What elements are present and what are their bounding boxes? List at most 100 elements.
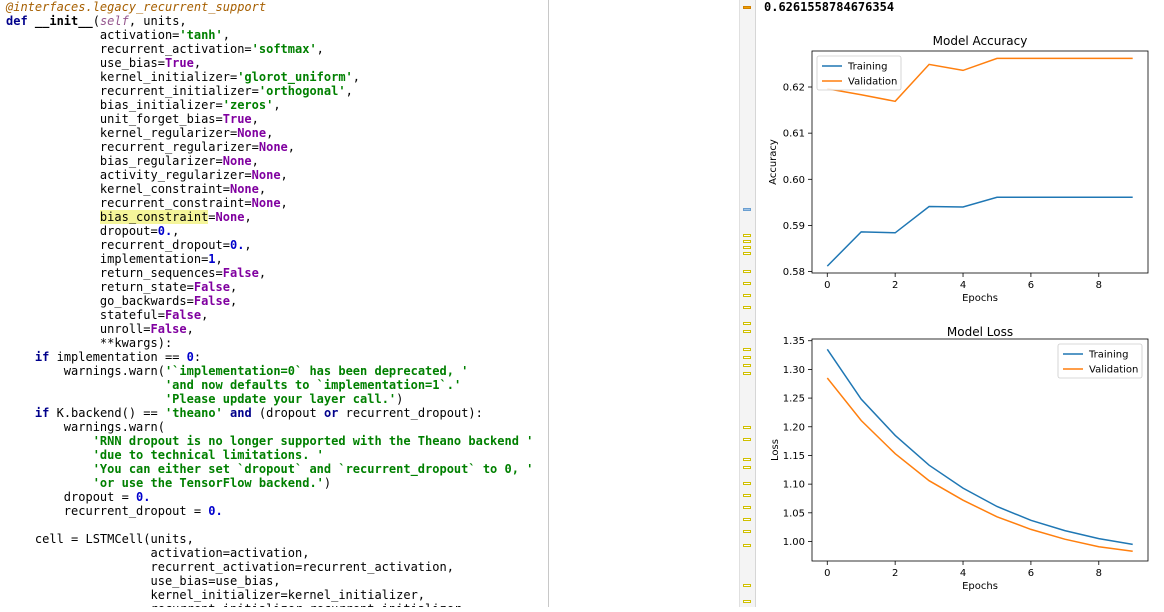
y-tick-label: 1.30 [783, 365, 805, 376]
code-token: warnings.warn( [6, 420, 165, 434]
code-line: activity_regularizer=None, [6, 168, 533, 182]
code-line: dropout=0., [6, 224, 533, 238]
code-token: recurrent_activation= [6, 42, 252, 56]
code-token: cell = LSTMCell(units, [6, 532, 194, 546]
gutter-marker[interactable] [743, 600, 751, 603]
code-token: bias_constraint [99, 210, 209, 224]
code-line: recurrent_activation=recurrent_activatio… [6, 560, 533, 574]
code-token: , [258, 182, 267, 196]
y-tick-label: 0.60 [783, 175, 805, 186]
code-token: ( [92, 14, 100, 28]
gutter-marker[interactable] [743, 306, 751, 309]
y-tick-label: 1.10 [783, 480, 805, 491]
code-token: K.backend() == [56, 406, 165, 420]
code-line: activation='tanh', [6, 28, 533, 42]
gutter-marker[interactable] [743, 506, 751, 509]
gutter-marker[interactable] [743, 372, 751, 375]
code-line: 'or use the TensorFlow backend.') [6, 476, 533, 490]
gutter-marker[interactable] [743, 530, 751, 533]
panel-divider[interactable] [548, 0, 549, 607]
gutter-marker[interactable] [743, 438, 751, 441]
code-line: dropout = 0. [6, 490, 533, 504]
gutter-marker[interactable] [743, 270, 751, 273]
code-token: 0. [208, 504, 223, 518]
code-token: False [164, 308, 202, 322]
code-token: unroll= [6, 322, 151, 336]
gutter-marker[interactable] [743, 6, 751, 9]
gutter-marker[interactable] [743, 208, 751, 211]
code-line: unit_forget_bias=True, [6, 112, 533, 126]
gutter-marker[interactable] [743, 252, 751, 255]
code-line: warnings.warn( [6, 420, 533, 434]
code-token: if [34, 350, 57, 364]
x-tick-label: 6 [1028, 568, 1034, 579]
code-token: False [150, 322, 187, 336]
gutter-marker[interactable] [743, 426, 751, 429]
gutter-marker[interactable] [743, 330, 751, 333]
series-line-validation [826, 377, 1133, 552]
code-token: ) [323, 476, 332, 490]
code-line: 'You can either set `dropout` and `recur… [6, 462, 534, 476]
code-token: , [201, 308, 209, 322]
code-token: recurrent_dropout= [6, 238, 230, 252]
code-token: , [280, 168, 288, 182]
code-token: , [229, 294, 238, 308]
code-line: recurrent_dropout=0., [6, 238, 533, 252]
code-token: activity_regularizer= [6, 168, 252, 182]
gutter-marker[interactable] [743, 322, 751, 325]
code-token: dropout = [6, 490, 137, 504]
gutter-marker[interactable] [743, 294, 751, 297]
code-token: , [251, 154, 259, 168]
gutter-marker[interactable] [743, 518, 751, 521]
code-lines: @interfaces.legacy_recurrent_support def … [6, 0, 533, 607]
code-line: cell = LSTMCell(units, [6, 532, 533, 546]
gutter-marker[interactable] [743, 544, 751, 547]
code-token: implementation == [56, 350, 187, 364]
gutter-marker[interactable] [743, 246, 751, 249]
code-token: and [230, 406, 252, 420]
code-token: , [215, 252, 223, 266]
code-editor[interactable]: @interfaces.legacy_recurrent_support def … [0, 0, 548, 607]
code-token: 'You can either set `dropout` and `recur… [92, 462, 534, 476]
code-token: or [323, 406, 339, 420]
accuracy-chart: Model Accuracy 0 2 4 6 8 0.58 0.59 0.60 0.61 0.62 E… [768, 34, 1149, 304]
code-line: bias_constraint=None, [6, 210, 533, 224]
gutter-marker[interactable] [743, 482, 751, 485]
gutter-marker[interactable] [743, 364, 751, 367]
series-line-training [826, 196, 1133, 267]
y-axis-label: Loss [770, 439, 781, 461]
gutter-marker[interactable] [743, 356, 751, 359]
code-line: return_state=False, [6, 280, 533, 294]
x-tick-label: 0 [824, 568, 830, 579]
code-line: 'due to technical limitations. ' [6, 448, 533, 462]
gutter-marker[interactable] [743, 458, 751, 461]
code-line: 'Please update your layer call.') [6, 392, 533, 406]
gutter-marker[interactable] [743, 234, 751, 237]
gutter-marker[interactable] [743, 282, 751, 285]
gutter-marker[interactable] [743, 584, 751, 587]
code-token: 0 [186, 350, 194, 364]
series-line-training [826, 348, 1133, 546]
code-token: dropout= [6, 224, 158, 238]
gutter-marker[interactable] [743, 348, 751, 351]
gutter-marker[interactable] [743, 494, 751, 497]
code-line: warnings.warn('`implementation=0` has be… [6, 364, 533, 378]
code-token: , [251, 112, 259, 126]
gutter-marker[interactable] [743, 240, 751, 243]
gutter-marker[interactable] [743, 466, 751, 469]
code-token: use_bias= [6, 56, 165, 70]
code-token: None [251, 196, 281, 210]
code-line: kernel_initializer='glorot_uniform', [6, 70, 533, 84]
code-token: bias_initializer= [6, 98, 223, 112]
y-tick-label: 0.58 [783, 267, 805, 278]
code-token: ) [396, 392, 404, 406]
code-token: kernel_initializer=kernel_initializer, [6, 588, 426, 602]
legend-label: Validation [848, 77, 897, 88]
code-line: recurrent_initializer='orthogonal', [6, 84, 533, 98]
code-token: , units, [128, 14, 187, 28]
code-token: bias_regularizer= [6, 154, 223, 168]
marker-gutter[interactable] [739, 0, 756, 607]
